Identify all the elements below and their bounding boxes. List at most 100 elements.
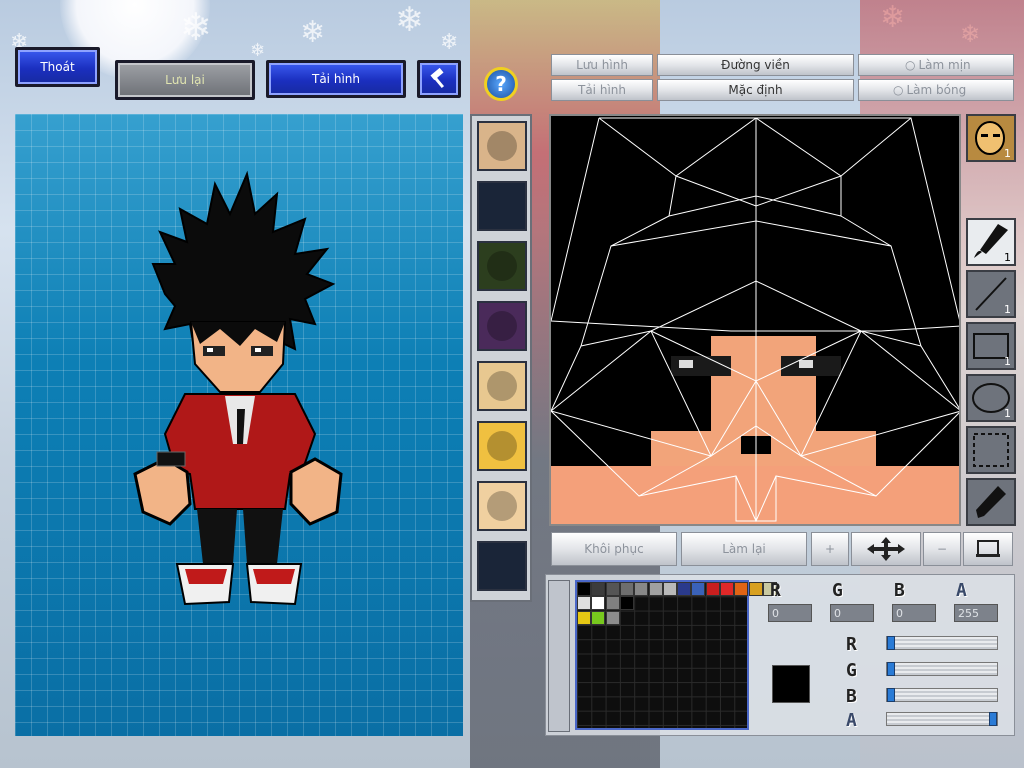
window-icon	[976, 540, 1000, 557]
slider-thumb[interactable]	[887, 662, 895, 676]
uv-wireframe	[550, 117, 962, 524]
palette-swatch[interactable]	[605, 596, 620, 611]
blue-channel-label: B	[894, 580, 905, 601]
save-button[interactable]: Lưu lại	[115, 60, 255, 100]
palette-swatch[interactable]	[619, 582, 634, 596]
green-slider-label: G	[846, 660, 857, 681]
red-slider-label: R	[846, 634, 857, 655]
ellipse-count: 1	[1004, 407, 1011, 420]
green-value-input[interactable]: 0	[830, 604, 874, 622]
palette-swatch[interactable]	[619, 596, 634, 611]
palette-swatch[interactable]	[720, 582, 734, 596]
radio-icon: ○	[905, 58, 916, 72]
palette-swatch[interactable]	[591, 582, 606, 596]
part-slot-tree[interactable]	[477, 241, 527, 291]
selection-tool[interactable]	[966, 426, 1016, 474]
restore-label: Khôi phục	[584, 542, 644, 556]
hammer-button[interactable]	[417, 60, 461, 98]
redo-button[interactable]: Làm lại	[681, 532, 807, 566]
zoom-out-button[interactable]: −	[923, 532, 961, 566]
green-channel-label: G	[832, 580, 843, 601]
outline-button[interactable]: Đường viền	[657, 54, 854, 76]
smooth-option[interactable]: ○ Làm mịn	[858, 54, 1014, 76]
part-slot-purple-outfit[interactable]	[477, 301, 527, 351]
palette-page-tabs[interactable]	[548, 580, 570, 732]
hammer-icon	[430, 68, 445, 89]
save-image-button[interactable]: Lưu hình	[551, 54, 653, 76]
current-color-swatch	[772, 665, 810, 703]
part-slot-empty[interactable]	[477, 181, 527, 231]
palette-swatch[interactable]	[634, 582, 649, 596]
palette-swatch[interactable]	[591, 596, 606, 611]
snowflake-icon: ❄	[180, 5, 212, 49]
palette-swatch[interactable]	[691, 582, 706, 596]
slider-thumb[interactable]	[989, 712, 997, 726]
palette-swatch[interactable]	[577, 596, 591, 611]
part-slot-closed-eyes-face[interactable]	[477, 361, 527, 411]
part-slot-list	[470, 114, 532, 602]
palette-swatch[interactable]	[648, 582, 663, 596]
default-button[interactable]: Mặc định	[657, 79, 854, 101]
reload-image-button[interactable]: Tải hình	[266, 60, 406, 98]
palette-swatch[interactable]	[748, 582, 763, 596]
outline-label: Đường viền	[721, 58, 790, 72]
palette-swatch[interactable]	[662, 582, 677, 596]
question-icon: ?	[495, 72, 507, 96]
texture-editor-canvas[interactable]	[549, 114, 962, 526]
smooth-label: Làm mịn	[918, 58, 971, 72]
snowflake-icon: ❄	[395, 0, 424, 40]
palette-swatch[interactable]	[605, 582, 620, 596]
shine-label: Làm bóng	[906, 83, 967, 97]
red-value-input[interactable]: 0	[768, 604, 812, 622]
ellipse-tool[interactable]: 1	[966, 374, 1016, 422]
eyedropper-icon	[976, 486, 1006, 518]
line-count: 1	[1004, 303, 1011, 316]
blue-slider-label: B	[846, 686, 857, 707]
slider-thumb[interactable]	[887, 688, 895, 702]
alpha-value-input[interactable]: 255	[954, 604, 998, 622]
palette-swatch[interactable]	[705, 582, 720, 596]
palette-swatch[interactable]	[605, 610, 620, 625]
part-slot-face-portrait[interactable]	[477, 121, 527, 171]
character-preview-canvas[interactable]	[15, 114, 463, 736]
palette-swatch[interactable]	[577, 582, 591, 596]
line-tool[interactable]: 1	[966, 270, 1016, 318]
head-badge: 1	[1004, 147, 1011, 160]
face-icon	[487, 371, 517, 401]
rectangle-tool[interactable]: 1	[966, 322, 1016, 370]
blue-value-input[interactable]: 0	[892, 604, 936, 622]
face-icon	[487, 491, 517, 521]
slider-thumb[interactable]	[887, 636, 895, 650]
restore-button[interactable]: Khôi phục	[551, 532, 677, 566]
part-slot-yellow-face[interactable]	[477, 421, 527, 471]
load-image-button[interactable]: Tải hình	[551, 79, 653, 101]
save-label: Lưu lại	[165, 73, 205, 87]
brush-tool[interactable]: 1	[966, 218, 1016, 266]
red-channel-label: R	[770, 580, 781, 601]
exit-label: Thoát	[40, 60, 75, 74]
character-model	[133, 170, 343, 606]
head-part-tool[interactable]: 1	[966, 114, 1016, 162]
help-button[interactable]: ?	[484, 67, 518, 101]
green-slider[interactable]	[886, 662, 998, 676]
character-face-icon	[487, 131, 517, 161]
part-slot-empty[interactable]	[477, 541, 527, 591]
alpha-slider[interactable]	[886, 712, 998, 726]
palette-swatch[interactable]	[591, 610, 606, 625]
shine-option[interactable]: ○ Làm bóng	[858, 79, 1014, 101]
palette-swatch[interactable]	[577, 610, 591, 625]
blue-slider[interactable]	[886, 688, 998, 702]
save-image-label: Lưu hình	[576, 58, 628, 72]
outfit-icon	[487, 311, 517, 341]
exit-button[interactable]: Thoát	[15, 47, 100, 87]
redo-label: Làm lại	[722, 542, 766, 556]
palette-swatch[interactable]	[677, 582, 692, 596]
palette-swatch[interactable]	[734, 582, 749, 596]
window-toggle-button[interactable]	[963, 532, 1013, 566]
part-slot-plain-face[interactable]	[477, 481, 527, 531]
zoom-in-button[interactable]: +	[811, 532, 849, 566]
eyedropper-tool[interactable]	[966, 478, 1016, 526]
move-button[interactable]	[851, 532, 921, 566]
red-slider[interactable]	[886, 636, 998, 650]
rectangle-count: 1	[1004, 355, 1011, 368]
